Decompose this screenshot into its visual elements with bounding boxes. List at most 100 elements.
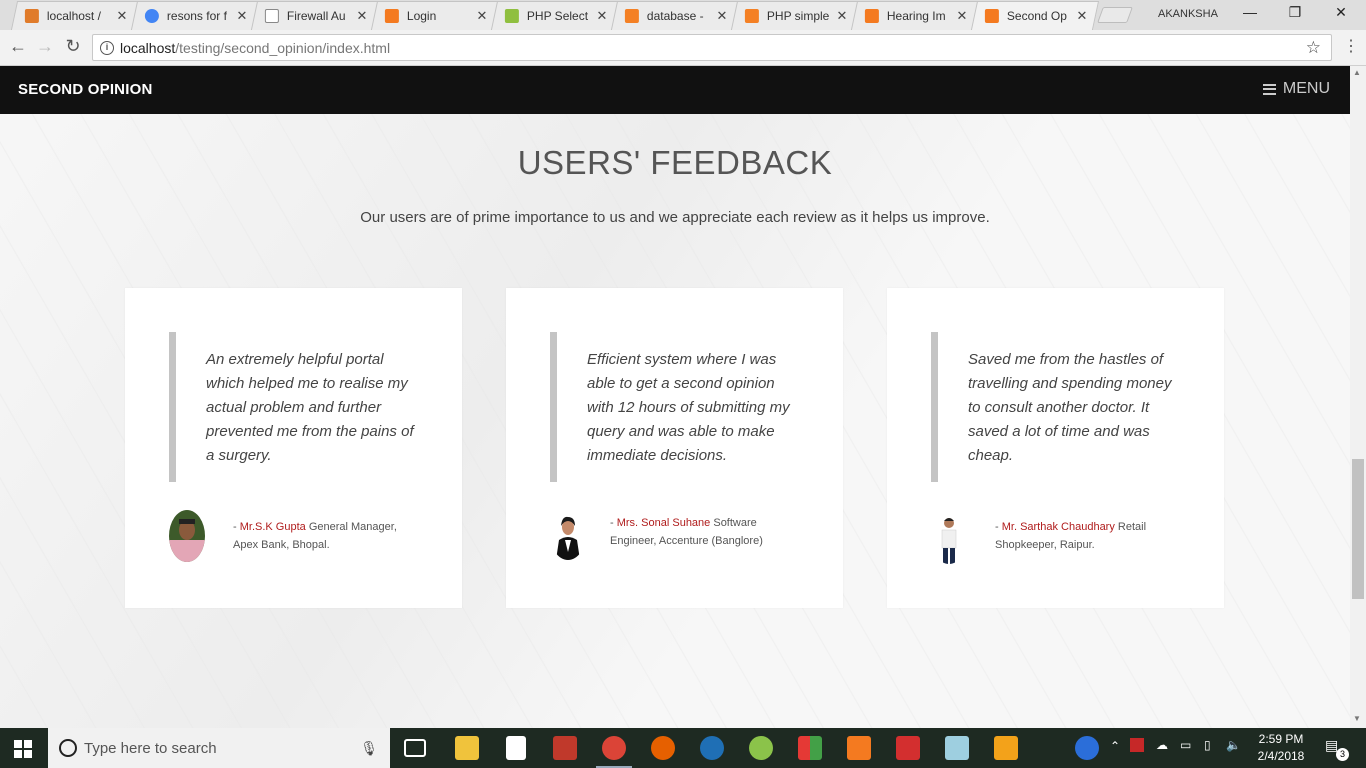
close-tab-icon[interactable]: ✕ [115, 8, 129, 24]
file-explorer-icon[interactable] [455, 736, 479, 760]
windows-start-icon[interactable] [14, 740, 32, 758]
url-text[interactable]: localhost/testing/second_opinion/index.h… [120, 40, 390, 56]
phpmyadmin-favicon-icon [24, 9, 39, 23]
page-viewport: SECOND OPINION MENU USERS' FEEDBACK Our … [0, 66, 1350, 728]
browser-menu-icon[interactable]: ⋮ [1343, 36, 1359, 56]
xampp-favicon-icon [384, 9, 399, 23]
minimize-icon[interactable]: — [1240, 4, 1260, 20]
sublime-text-icon[interactable] [994, 736, 1018, 760]
site-brand[interactable]: SECOND OPINION [18, 81, 152, 98]
blockquote-bar [931, 332, 938, 482]
chrome-icon[interactable] [602, 736, 626, 760]
author-name: Mrs. Sonal Suhane [616, 517, 711, 529]
stackoverflow-favicon-icon [624, 9, 639, 23]
browser-tab[interactable]: PHP Select ✕ [490, 1, 620, 30]
blockquote-bar [169, 332, 176, 482]
close-tab-icon[interactable]: ✕ [955, 8, 969, 24]
browser-tab[interactable]: resons for f ✕ [130, 1, 260, 30]
close-tab-icon[interactable]: ✕ [835, 8, 849, 24]
stackoverflow-favicon-icon [744, 9, 759, 23]
avatar [169, 510, 205, 562]
hamburger-icon [1262, 83, 1276, 95]
microphone-icon[interactable]: 🎙 [360, 740, 378, 757]
tab-title: database - [646, 9, 704, 23]
close-tab-icon[interactable]: ✕ [595, 8, 609, 24]
site-navbar: SECOND OPINION MENU [0, 66, 1350, 114]
new-tab-button[interactable] [1097, 7, 1133, 23]
network-icon[interactable]: ▭ [1180, 738, 1191, 752]
testimonial-card: An extremely helpful portal which helped… [125, 288, 462, 608]
close-tab-icon[interactable]: ✕ [475, 8, 489, 24]
browser-tab[interactable]: localhost / ✕ [10, 1, 140, 30]
taskbar-search-box[interactable]: Type here to search 🎙 [48, 728, 390, 768]
page-scrollbar[interactable] [1350, 66, 1366, 728]
close-tab-icon[interactable]: ✕ [1075, 8, 1089, 24]
close-tab-icon[interactable]: ✕ [355, 8, 369, 24]
onedrive-icon[interactable]: ☁ [1156, 738, 1168, 752]
info-icon[interactable]: i [100, 40, 114, 55]
firefox-icon[interactable] [651, 736, 675, 760]
restore-icon[interactable]: ❐ [1285, 4, 1305, 21]
app-icon[interactable] [798, 736, 822, 760]
browser-tab[interactable]: Login ✕ [370, 1, 500, 30]
back-arrow-icon[interactable]: ← [6, 36, 30, 57]
xampp-favicon-icon [984, 9, 999, 23]
url-path: /testing/second_opinion/index.html [175, 39, 391, 56]
bookmark-star-icon[interactable]: ☆ [1306, 38, 1321, 58]
forward-arrow-icon[interactable]: → [33, 36, 57, 57]
xampp-favicon-icon [864, 9, 879, 23]
android-studio-icon[interactable] [749, 736, 773, 760]
tab-title: Login [406, 9, 437, 23]
menu-label: MENU [1282, 80, 1330, 97]
app-icon[interactable] [553, 736, 577, 760]
close-tab-icon[interactable]: ✕ [235, 8, 249, 24]
tray-app-icon[interactable] [1130, 738, 1144, 752]
show-hidden-icons-icon[interactable]: ⌃ [1110, 739, 1120, 753]
close-window-icon[interactable]: ✕ [1331, 4, 1351, 21]
tab-title: localhost / [46, 9, 101, 23]
browser-tab[interactable]: PHP simple ✕ [730, 1, 860, 30]
browser-tab[interactable]: database - ✕ [610, 1, 740, 30]
taskbar-clock[interactable]: 2:59 PM 2/4/2018 [1256, 731, 1306, 765]
scrollbar-thumb[interactable] [1352, 459, 1364, 599]
section-title: USERS' FEEDBACK [517, 144, 833, 181]
scroll-down-arrow-icon[interactable]: ▼ [1353, 714, 1361, 723]
app-icon[interactable] [945, 736, 969, 760]
tab-title: Second Op [1006, 9, 1067, 23]
testimonial-quote: Saved me from the hastles of travelling … [968, 351, 1172, 464]
cortana-icon [59, 739, 77, 757]
browser-tab[interactable]: Firewall Au ✕ [250, 1, 380, 30]
url-host: localhost [120, 39, 176, 56]
acrobat-icon[interactable] [896, 736, 920, 760]
testimonial-quote: An extremely helpful portal which helped… [206, 351, 414, 464]
blockquote-bar [550, 332, 557, 482]
clock-date: 2/4/2018 [1257, 749, 1305, 763]
close-tab-icon[interactable]: ✕ [715, 8, 729, 24]
clock-time: 2:59 PM [1258, 732, 1304, 746]
browser-tab[interactable]: Hearing Im ✕ [850, 1, 980, 30]
browser-tab-active[interactable]: Second Op ✕ [970, 1, 1100, 30]
google-favicon-icon [144, 9, 159, 23]
browser-toolbar: ← → ↻ i localhost/testing/second_opinion… [0, 30, 1366, 66]
app-icon[interactable] [700, 736, 724, 760]
scroll-up-arrow-icon[interactable]: ▲ [1353, 68, 1361, 77]
menu-button[interactable]: MENU [1262, 80, 1330, 98]
w3-favicon-icon [504, 9, 519, 23]
volume-icon[interactable]: 🔈 [1226, 738, 1241, 752]
reload-icon[interactable]: ↻ [61, 36, 85, 57]
profile-name[interactable]: AKANKSHA [1158, 8, 1218, 20]
windows-taskbar: Type here to search 🎙 ⌃ ☁ ▭ ▯ 🔈 2:59 PM … [0, 728, 1366, 768]
help-icon[interactable] [1075, 736, 1099, 760]
author-name: Mr.S.K Gupta [239, 521, 306, 533]
battery-icon[interactable]: ▯ [1204, 738, 1211, 752]
address-bar[interactable]: i localhost/testing/second_opinion/index… [92, 34, 1332, 61]
author-dash: - [995, 521, 1002, 533]
task-view-icon[interactable] [404, 739, 426, 757]
testimonial-author: - Mrs. Sonal Suhane Software Engineer, A… [610, 514, 790, 550]
search-placeholder: Type here to search [84, 739, 217, 757]
author-dash: - [233, 521, 240, 533]
tab-title: Hearing Im [886, 9, 946, 23]
xampp-icon[interactable] [847, 736, 871, 760]
store-icon[interactable] [506, 736, 526, 760]
section-lead: Our users are of prime importance to us … [360, 209, 990, 226]
